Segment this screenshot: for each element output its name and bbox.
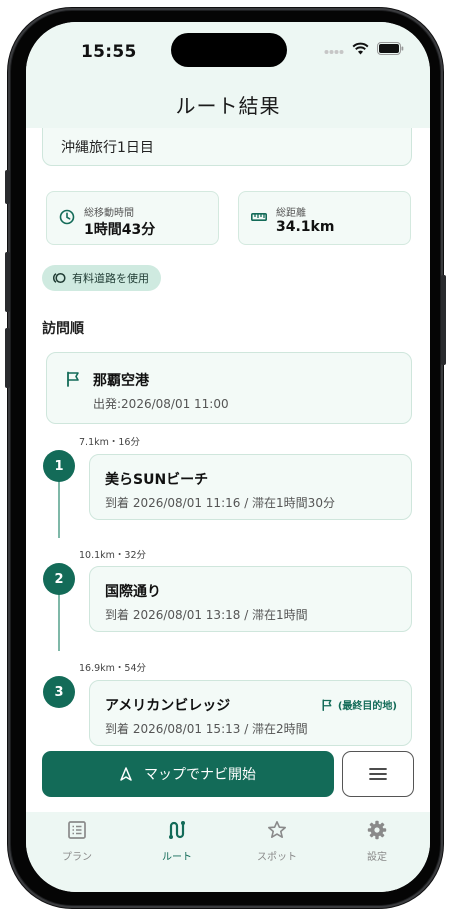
status-icons (324, 42, 404, 55)
tab-spot-label: スポット (257, 852, 297, 863)
total-duration-label: 総移動時間 (84, 208, 134, 219)
star-icon (268, 821, 286, 838)
list-icon (68, 821, 86, 839)
flag-icon (322, 698, 332, 711)
battery-icon (377, 42, 404, 55)
tab-plan[interactable]: プラン (37, 820, 117, 863)
start-card[interactable]: 那覇空港 出発:2026/08/01 11:00 (46, 352, 412, 424)
trip-name-field[interactable]: 沖縄旅行1日目 (42, 128, 412, 166)
stop-arrival-detail: 到着 2026/08/01 11:16 / 滞在1時間30分 (105, 496, 335, 510)
status-time: 15:55 (81, 42, 137, 62)
stop-name: 美らSUNビーチ (105, 472, 209, 488)
start-navigation-label: マップでナビ開始 (144, 767, 256, 783)
final-destination-label: (最終目的地) (337, 701, 397, 712)
volume-up-button (5, 252, 10, 312)
tab-bar: プラン ルート スポット 設定 (26, 812, 430, 892)
stop-arrival-detail: 到着 2026/08/01 15:13 / 滞在2時間 (105, 722, 308, 736)
tab-spot[interactable]: スポット (237, 820, 317, 863)
timeline-connector (58, 480, 60, 538)
total-duration-card: 総移動時間 1時間43分 (46, 191, 219, 245)
stop-name: 国際通り (105, 584, 161, 600)
page-title: ルート結果 (175, 94, 281, 118)
route-icon (169, 821, 185, 839)
stop-name: アメリカンビレッジ (105, 698, 231, 714)
dynamic-island (171, 33, 287, 67)
start-departure: 出発:2026/08/01 11:00 (93, 397, 229, 411)
leg-distance: 16.9km・54分 (79, 663, 146, 674)
menu-icon (369, 768, 387, 780)
ruler-icon (251, 213, 267, 222)
total-distance-value: 34.1km (276, 219, 335, 235)
leg-distance: 10.1km・32分 (79, 550, 146, 561)
stop-card[interactable]: アメリカンビレッジ 到着 2026/08/01 15:13 / 滞在2時間 (最… (89, 680, 412, 746)
toll-road-label: 有料道路を使用 (72, 272, 149, 285)
leg-distance: 7.1km・16分 (79, 437, 140, 448)
stop-number-badge: 3 (43, 676, 75, 708)
toll-road-icon (52, 272, 66, 284)
tab-settings-label: 設定 (367, 852, 387, 863)
start-name: 那覇空港 (93, 373, 149, 389)
gear-icon (367, 820, 387, 840)
final-destination-badge: (最終目的地) (321, 697, 397, 712)
stop-card[interactable]: 国際通り 到着 2026/08/01 13:18 / 滞在1時間 (89, 566, 412, 632)
stop-card[interactable]: 美らSUNビーチ 到着 2026/08/01 11:16 / 滞在1時間30分 (89, 454, 412, 520)
tab-settings[interactable]: 設定 (337, 820, 417, 863)
app-screen: 15:55 ルート結果 沖縄旅行1日目 総移動時間 1時間43分 総距離 34.… (26, 22, 430, 892)
total-distance-card: 総距離 34.1km (238, 191, 411, 245)
toll-road-chip: 有料道路を使用 (42, 265, 161, 291)
clock-icon (59, 209, 75, 225)
tab-route-label: ルート (162, 852, 192, 863)
start-navigation-button[interactable]: マップでナビ開始 (42, 751, 334, 797)
wifi-icon (352, 42, 369, 55)
stop-number-badge: 2 (43, 563, 75, 595)
route-content[interactable]: 沖縄旅行1日目 総移動時間 1時間43分 総距離 34.1km 有料道路を使用 (26, 128, 430, 818)
visit-order-heading: 訪問順 (42, 321, 84, 337)
flag-icon (67, 371, 79, 387)
volume-down-button (5, 328, 10, 388)
power-button (441, 275, 446, 365)
total-distance-label: 総距離 (276, 208, 306, 219)
cellular-signal-icon (324, 49, 344, 54)
stop-number-badge: 1 (43, 450, 75, 482)
navigation-arrow-icon (120, 767, 132, 781)
tab-plan-label: プラン (62, 852, 92, 863)
tab-route[interactable]: ルート (137, 820, 217, 863)
menu-button[interactable] (342, 751, 414, 797)
stop-arrival-detail: 到着 2026/08/01 13:18 / 滞在1時間 (105, 608, 308, 622)
mute-switch (5, 170, 10, 204)
timeline-connector (58, 593, 60, 651)
total-duration-value: 1時間43分 (84, 222, 156, 238)
